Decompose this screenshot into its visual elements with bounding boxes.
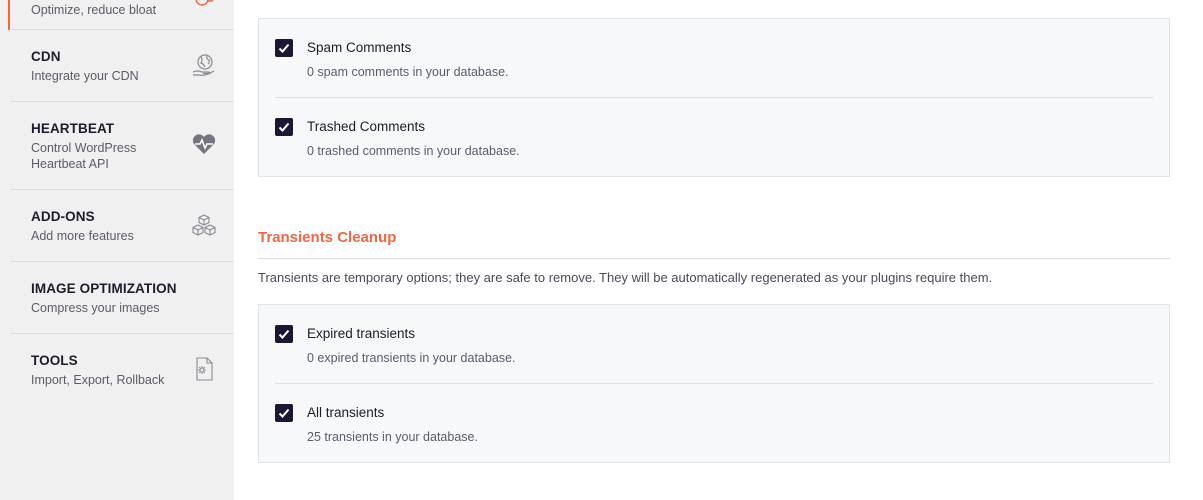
option-detail: 0 expired transients in your database. [307, 351, 516, 365]
transients-options-panel: Expired transients 0 expired transients … [258, 304, 1170, 463]
sidebar-item-title: TOOLS [31, 353, 78, 368]
cubes-icon [192, 213, 216, 239]
section-title: Transients Cleanup [258, 229, 397, 246]
option-detail: 0 trashed comments in your database. [307, 144, 520, 158]
database-cleanup-icon [192, 0, 216, 20]
section-description: Transients are temporary options; they a… [258, 270, 993, 285]
sidebar-item-cdn[interactable]: CDN Integrate your CDN [11, 30, 234, 102]
spam-comments-checkbox[interactable] [275, 39, 293, 57]
sidebar-item-desc: Import, Export, Rollback [31, 373, 165, 387]
tools-file-gear-icon [192, 356, 216, 382]
option-detail: 25 transients in your database. [307, 430, 478, 444]
sidebar-item-database[interactable]: Optimize, reduce bloat [11, 0, 234, 30]
sidebar-item-addons[interactable]: ADD-ONS Add more features [11, 190, 234, 262]
sidebar-item-title: CDN [31, 49, 61, 64]
option-label[interactable]: Expired transients [307, 326, 415, 341]
option-label[interactable]: Trashed Comments [307, 119, 425, 134]
active-indicator [8, 0, 10, 30]
globe-hand-icon [192, 52, 216, 78]
sidebar-item-title: IMAGE OPTIMIZATION [31, 281, 177, 296]
sidebar-item-desc: Integrate your CDN [31, 69, 139, 83]
sidebar-item-heartbeat[interactable]: HEARTBEAT Control WordPress Heartbeat AP… [11, 102, 234, 190]
divider [275, 383, 1153, 384]
option-expired-transients: Expired transients 0 expired transients … [275, 325, 1153, 395]
all-transients-checkbox[interactable] [275, 404, 293, 422]
sidebar-item-tools[interactable]: TOOLS Import, Export, Rollback [11, 334, 234, 406]
sidebar-item-title: HEARTBEAT [31, 121, 115, 136]
main-content: Spam Comments 0 spam comments in your da… [234, 0, 1203, 500]
trashed-comments-checkbox[interactable] [275, 118, 293, 136]
sidebar: Optimize, reduce bloat CDN Integrate you… [0, 0, 234, 500]
heartbeat-icon [192, 132, 216, 158]
divider [275, 97, 1153, 98]
sidebar-item-image-optimization[interactable]: IMAGE OPTIMIZATION Compress your images [11, 262, 234, 334]
sidebar-item-title: ADD-ONS [31, 209, 95, 224]
option-all-transients: All transients 25 transients in your dat… [275, 404, 1153, 474]
sidebar-item-desc: Compress your images [31, 301, 160, 315]
expired-transients-checkbox[interactable] [275, 325, 293, 343]
option-label[interactable]: All transients [307, 405, 384, 420]
sidebar-item-desc: Control WordPress Heartbeat API [31, 141, 137, 171]
option-label[interactable]: Spam Comments [307, 40, 411, 55]
comments-options-panel: Spam Comments 0 spam comments in your da… [258, 18, 1170, 177]
option-trashed-comments: Trashed Comments 0 trashed comments in y… [275, 118, 1153, 188]
option-spam-comments: Spam Comments 0 spam comments in your da… [275, 39, 1153, 109]
option-detail: 0 spam comments in your database. [307, 65, 509, 79]
sidebar-item-desc: Optimize, reduce bloat [31, 3, 157, 17]
section-divider [258, 258, 1170, 259]
sidebar-item-desc: Add more features [31, 229, 134, 243]
